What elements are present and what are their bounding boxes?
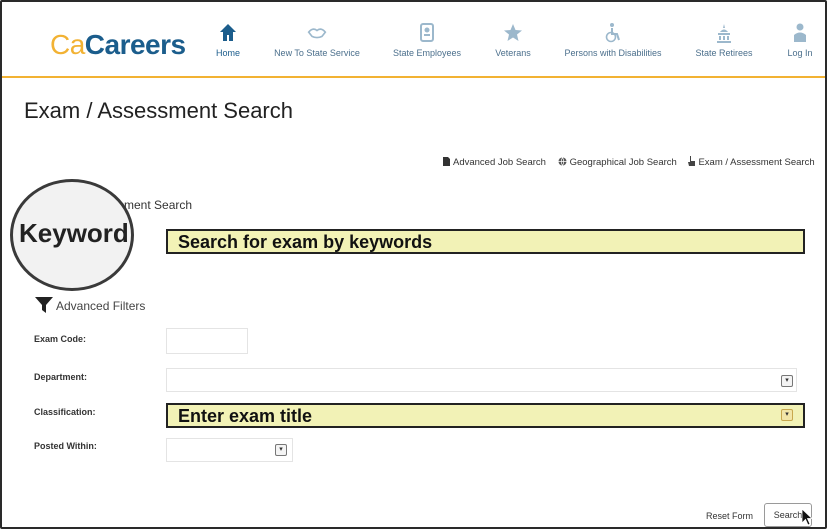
- reset-form-link[interactable]: Reset Form: [706, 511, 753, 521]
- site-header: CaCareers Home New To State Service Stat…: [2, 2, 825, 78]
- advanced-job-search-link[interactable]: Advanced Job Search: [443, 157, 546, 168]
- nav-state-retirees[interactable]: State Retirees: [690, 22, 758, 72]
- advanced-filters-heading[interactable]: Advanced Filters: [34, 295, 145, 315]
- person-icon: [794, 23, 806, 42]
- logo-ca-text: Ca: [50, 29, 85, 60]
- department-label: Department:: [34, 372, 88, 382]
- keyword-input[interactable]: Search for exam by keywords: [166, 229, 805, 254]
- nav-state-employees[interactable]: State Employees: [384, 22, 470, 72]
- hand-pointer-icon: [688, 156, 696, 166]
- logo-careers-text: Careers: [84, 29, 186, 60]
- capitol-icon: [717, 24, 731, 43]
- advanced-filters-label: Advanced Filters: [56, 299, 146, 313]
- document-icon: [443, 157, 450, 166]
- exam-code-input[interactable]: [166, 328, 248, 354]
- nav-persons-with-disabilities[interactable]: Persons with Disabilities: [554, 22, 672, 72]
- nav-home[interactable]: Home: [208, 22, 248, 72]
- nav-state-retirees-label: State Retirees: [695, 48, 753, 58]
- quick-links: Advanced Job Search Geographical Job Sea…: [443, 156, 824, 168]
- classification-dropdown-chevron-icon[interactable]: ▾: [781, 409, 793, 421]
- posted-within-label: Posted Within:: [34, 441, 97, 451]
- exam-assessment-search-link[interactable]: Exam / Assessment Search: [688, 156, 815, 168]
- classification-select[interactable]: Enter exam title: [166, 403, 805, 428]
- funnel-icon: [35, 297, 53, 313]
- classification-label: Classification:: [34, 407, 96, 417]
- calcareers-logo[interactable]: CaCareers: [50, 29, 186, 61]
- posted-within-dropdown-chevron-icon[interactable]: ▾: [275, 444, 287, 456]
- nav-log-in-label: Log In: [787, 48, 813, 58]
- badge-icon: [420, 23, 434, 42]
- posted-within-select[interactable]: [166, 438, 293, 462]
- department-select[interactable]: [166, 368, 797, 392]
- page-title: Exam / Assessment Search: [24, 98, 293, 123]
- nav-veterans-label: Veterans: [495, 48, 531, 58]
- nav-new-to-state-service-label: New To State Service: [274, 48, 360, 58]
- geographical-job-search-label: Geographical Job Search: [569, 157, 677, 168]
- nav-log-in[interactable]: Log In: [780, 22, 820, 72]
- classification-annotation: Enter exam title: [178, 406, 313, 426]
- magnifier-callout: Keyword:: [10, 179, 134, 291]
- exam-code-label: Exam Code:: [34, 334, 87, 344]
- nav-persons-with-disabilities-label: Persons with Disabilities: [564, 48, 662, 58]
- department-dropdown-chevron-icon[interactable]: ▾: [781, 375, 793, 387]
- keyword-label: Keyword:: [19, 218, 134, 248]
- nav-state-employees-label: State Employees: [392, 48, 462, 58]
- keyword-input-annotation: Search for exam by keywords: [178, 232, 433, 252]
- nav-veterans[interactable]: Veterans: [490, 22, 536, 72]
- mouse-cursor-icon: [801, 508, 813, 526]
- globe-icon: [558, 157, 567, 166]
- exam-assessment-search-label: Exam / Assessment Search: [698, 157, 815, 168]
- wheelchair-icon: [605, 23, 620, 43]
- nav-home-label: Home: [215, 48, 240, 58]
- nav-new-to-state-service[interactable]: New To State Service: [268, 22, 366, 72]
- advanced-job-search-label: Advanced Job Search: [453, 157, 546, 168]
- handshake-icon: [307, 28, 327, 39]
- geographical-job-search-link[interactable]: Geographical Job Search: [558, 157, 677, 168]
- home-icon: [220, 24, 236, 41]
- star-icon: [504, 24, 522, 41]
